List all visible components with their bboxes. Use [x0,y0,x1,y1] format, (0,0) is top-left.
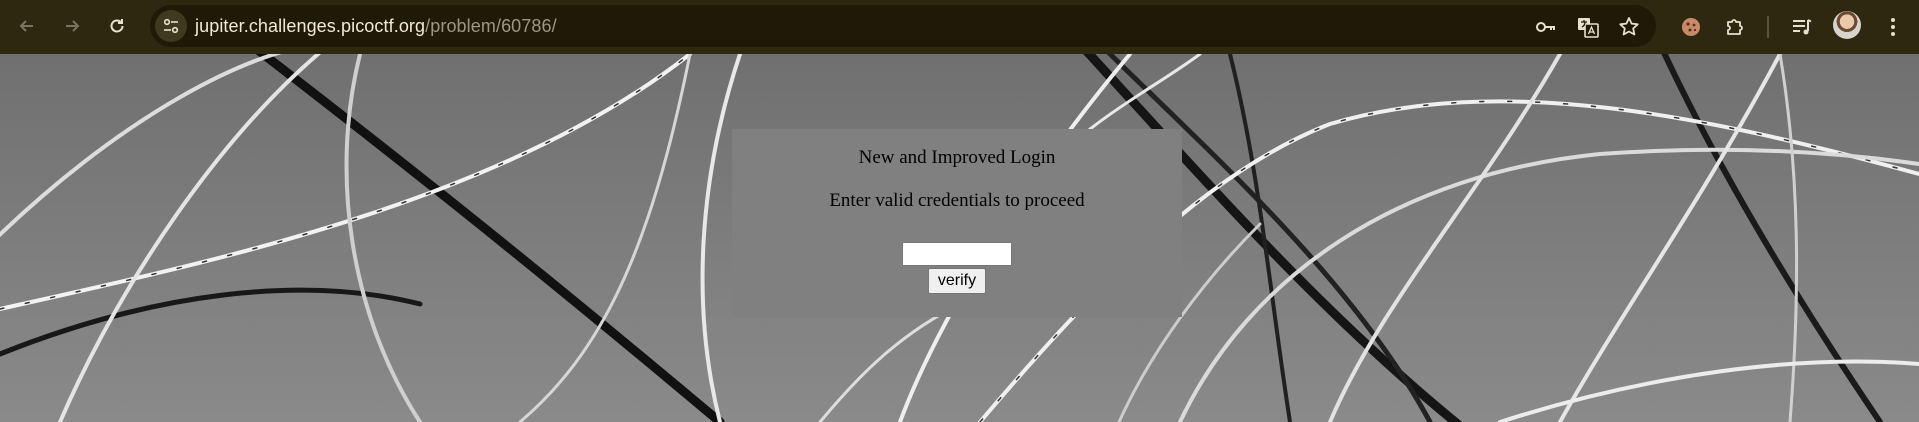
verify-button[interactable]: verify [928,268,986,294]
extensions-button[interactable] [1720,12,1750,42]
more-vert-icon [1891,18,1895,36]
login-panel: New and Improved Login Enter valid crede… [732,129,1182,317]
profile-avatar[interactable] [1833,11,1861,39]
url-path: /problem/60786/ [425,16,557,36]
toolbar-divider [1767,16,1769,38]
translate-button[interactable] [1575,14,1601,40]
bookmark-button[interactable] [1616,14,1642,40]
url-text[interactable]: jupiter.challenges.picoctf.org/problem/6… [195,5,557,47]
site-info-button[interactable] [155,10,187,42]
puzzle-icon [1727,19,1743,35]
media-controls-button[interactable] [1787,12,1817,42]
arrow-right-icon [66,20,80,32]
back-button[interactable] [11,10,43,42]
key-icon [1536,22,1555,32]
translate-icon [1578,18,1599,38]
login-instructions: Enter valid credentials to proceed [829,190,1085,211]
tune-icon [163,18,179,34]
page-content: New and Improved Login Enter valid crede… [0,54,1919,422]
password-manager-button[interactable] [1533,14,1559,40]
browser-menu-button[interactable] [1878,12,1908,42]
login-title: New and Improved Login [858,147,1056,168]
url-host: jupiter.challenges.picoctf.org [195,16,426,36]
cookie-icon [1682,18,1700,36]
credential-input[interactable] [902,242,1012,266]
arrow-left-icon [19,20,33,32]
forward-button[interactable] [56,10,88,42]
reload-icon [110,19,124,33]
reload-button[interactable] [101,10,133,42]
browser-toolbar: jupiter.challenges.picoctf.org/problem/6… [0,0,1919,54]
star-icon [1619,17,1639,36]
cookie-extension-button[interactable] [1676,12,1706,42]
queue-music-icon [1793,19,1812,35]
address-bar[interactable]: jupiter.challenges.picoctf.org/problem/6… [150,5,1656,47]
